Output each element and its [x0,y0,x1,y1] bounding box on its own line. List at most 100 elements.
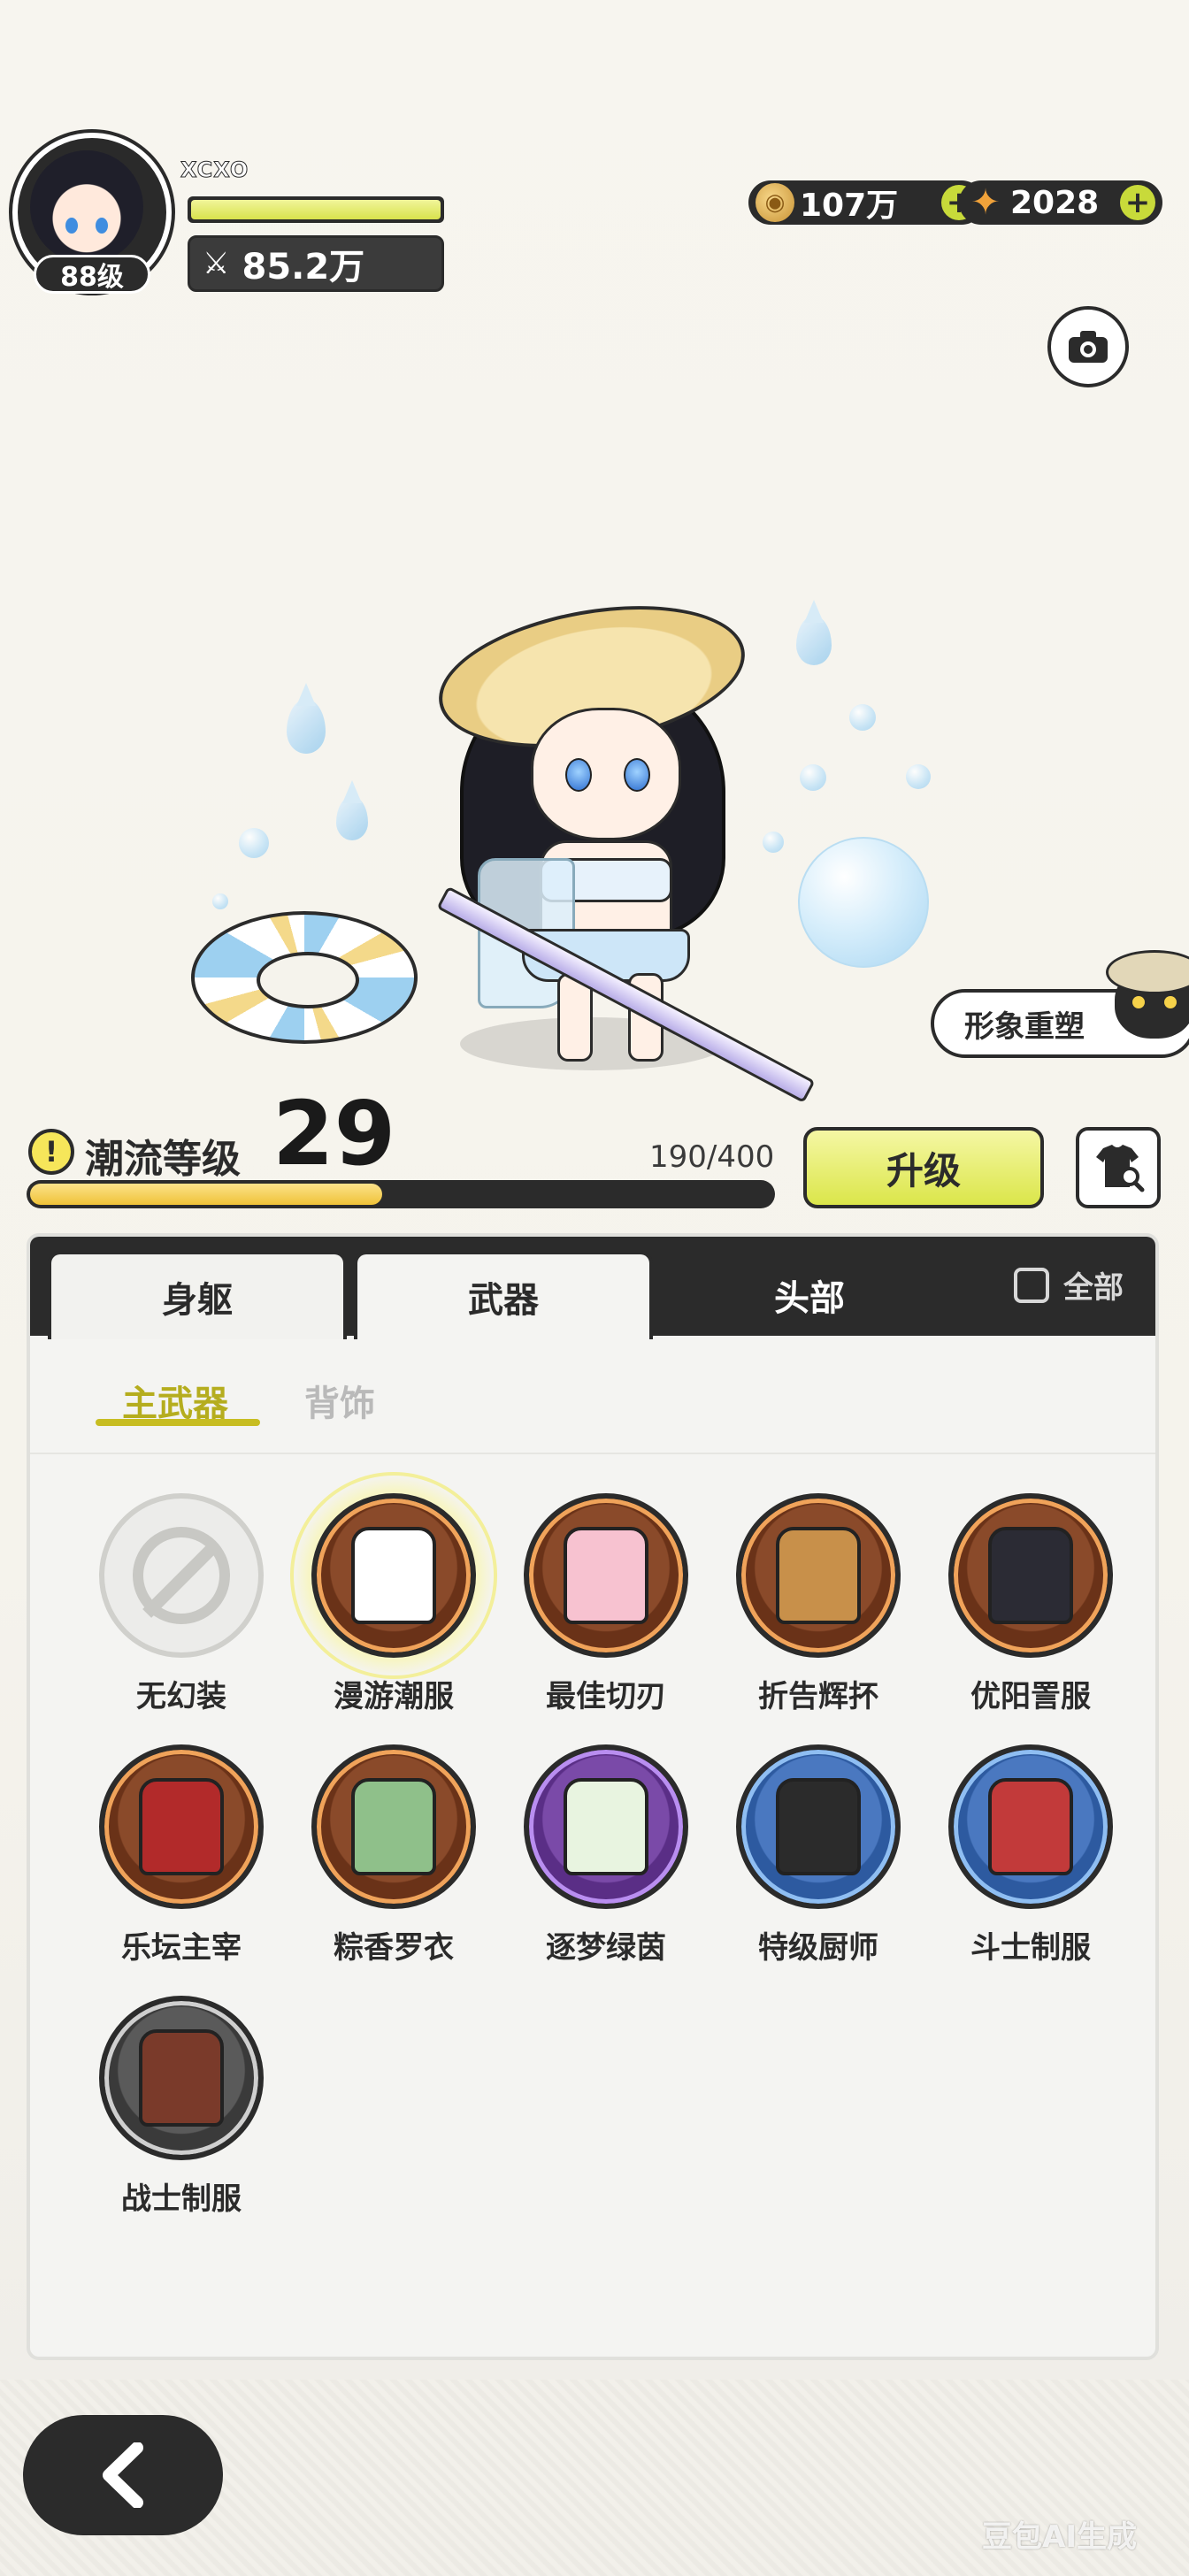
tab-body[interactable]: 身躯 [48,1251,347,1339]
outfit-item[interactable]: 无幻装 [88,1493,274,1723]
cat-eye [1164,996,1177,1008]
water-drop-decoration [287,683,326,754]
outfit-item-icon [524,1493,688,1658]
outfit-item-label: 无幻装 [136,1679,226,1714]
outfit-item-label: 战士制服 [121,2181,242,2217]
outfit-item-icon [948,1493,1113,1658]
ai-watermark: 豆包AI生成 [982,2519,1137,2555]
game-screen: 88级 XCXO ⚔ 85.2万 ◉ 107万 + ✦ 2028 + [0,0,1189,2576]
outfit-item-label: 乐坛主宰 [121,1930,242,1966]
exclamation-icon[interactable]: ! [28,1129,74,1175]
outfit-item-label: 最佳切刃 [546,1679,666,1714]
outfit-item[interactable]: 逐梦绿茵 [513,1744,699,1974]
trend-progress-fill [30,1184,383,1205]
outfit-garment-icon [776,1778,861,1875]
outfit-item[interactable]: 斗士制服 [938,1744,1124,1974]
player-character[interactable] [425,584,816,1104]
show-all-toggle[interactable]: 全部 [1014,1263,1124,1307]
avatar-portrait [30,150,143,264]
shirt-search-icon [1096,1145,1145,1192]
outfit-item[interactable]: 战士制服 [88,1996,274,2226]
outfit-item[interactable]: 优阳詈服 [938,1493,1124,1723]
coin-amount: 107万 [800,188,899,224]
outfit-item-label: 优阳詈服 [970,1679,1091,1714]
outfit-garment-icon [776,1527,861,1624]
outfit-item[interactable]: 折告辉抔 [725,1493,911,1723]
cat-eye [1132,996,1145,1008]
outfit-item-icon [99,1996,264,2160]
tab-weapon[interactable]: 武器 [354,1251,653,1339]
outfit-panel: 身躯 武器 头部 全部 主武器 背饰 无幻装 漫游潮服 最佳切刃 折告辉抔 优阳詈服乐坛… [27,1233,1159,2360]
player-xp-bar [188,196,444,223]
outfit-item-icon [99,1744,264,1909]
outfit-item-label: 折告辉抔 [758,1679,878,1714]
coin-currency: ◉ 107万 + [748,180,984,225]
back-button[interactable] [23,2415,223,2535]
outfit-garment-icon [139,2029,224,2127]
wardrobe-search-button[interactable] [1076,1127,1161,1208]
cat-mascot [1106,941,1189,1056]
outfit-item-icon [736,1744,901,1909]
outfit-item-icon [99,1493,264,1658]
large-bubble-decoration [798,837,929,968]
bubble-decoration [849,704,876,731]
outfit-garment-icon [351,1527,436,1624]
tab-head[interactable]: 头部 [660,1251,959,1339]
outfit-garment-icon [988,1527,1073,1624]
outfit-garment-icon [564,1527,648,1624]
crossed-swords-icon: ⚔ [203,246,230,281]
outfit-item-icon [736,1493,901,1658]
player-level-badge: 88级 [34,255,150,294]
player-xp-fill [191,200,441,219]
show-all-checkbox[interactable] [1014,1267,1049,1303]
outfit-garment-icon [139,1778,224,1875]
character-face [531,708,681,840]
star-currency: ✦ 2028 + [959,180,1162,225]
upgrade-button[interactable]: 升级 [803,1127,1044,1208]
outfit-item-icon [948,1744,1113,1909]
outfit-item-label: 特级厨师 [758,1930,878,1966]
trend-level-value: 29 [272,1082,396,1185]
player-name: XCXO [180,157,249,183]
power-display: ⚔ 85.2万 [188,235,444,292]
category-tab-bar: 身躯 武器 头部 全部 [30,1237,1155,1339]
prohibit-icon [133,1527,230,1624]
player-avatar[interactable]: 88级 [12,133,172,294]
trend-progress-bar [27,1180,775,1208]
avatar-eye-right [96,218,108,234]
outfit-item-label: 漫游潮服 [334,1679,454,1714]
camera-icon [1069,331,1108,363]
swim-ring-decoration [191,911,418,1044]
show-all-label: 全部 [1063,1270,1124,1306]
outfit-item[interactable]: 特级厨师 [725,1744,911,1974]
outfit-item[interactable]: 乐坛主宰 [88,1744,274,1974]
camera-button[interactable] [1047,306,1129,387]
avatar-eye-left [65,218,78,234]
outfit-garment-icon [351,1778,436,1875]
subtab-back-accessory[interactable]: 背饰 [304,1375,375,1426]
character-eye-right [624,758,650,792]
water-drop-decoration [796,600,832,665]
character-eye-left [565,758,592,792]
outfit-item-icon [311,1493,476,1658]
outfit-item-label: 斗士制服 [970,1930,1091,1966]
subtab-active-indicator [96,1419,260,1426]
trend-progress-text: 190/400 [649,1139,775,1175]
power-value: 85.2万 [242,247,365,288]
star-amount: 2028 [1010,184,1100,221]
outfit-item-icon [311,1744,476,1909]
star-shard-icon: ✦ [970,182,1001,223]
outfit-garment-icon [988,1778,1073,1875]
outfit-garment-icon [564,1778,648,1875]
bubble-decoration [906,764,931,789]
outfit-item[interactable]: 最佳切刃 [513,1493,699,1723]
outfit-item-icon [524,1744,688,1909]
outfit-item[interactable]: 粽香罗衣 [301,1744,487,1974]
outfit-item-label: 逐梦绿茵 [546,1930,666,1966]
add-star-button[interactable]: + [1120,185,1155,220]
bubble-decoration [212,893,228,909]
outfit-item[interactable]: 漫游潮服 [290,1472,497,1723]
outfit-item-label: 粽香罗衣 [334,1930,454,1966]
subtab-bar: 主武器 背饰 [30,1339,1155,1454]
bubble-decoration [239,828,269,858]
